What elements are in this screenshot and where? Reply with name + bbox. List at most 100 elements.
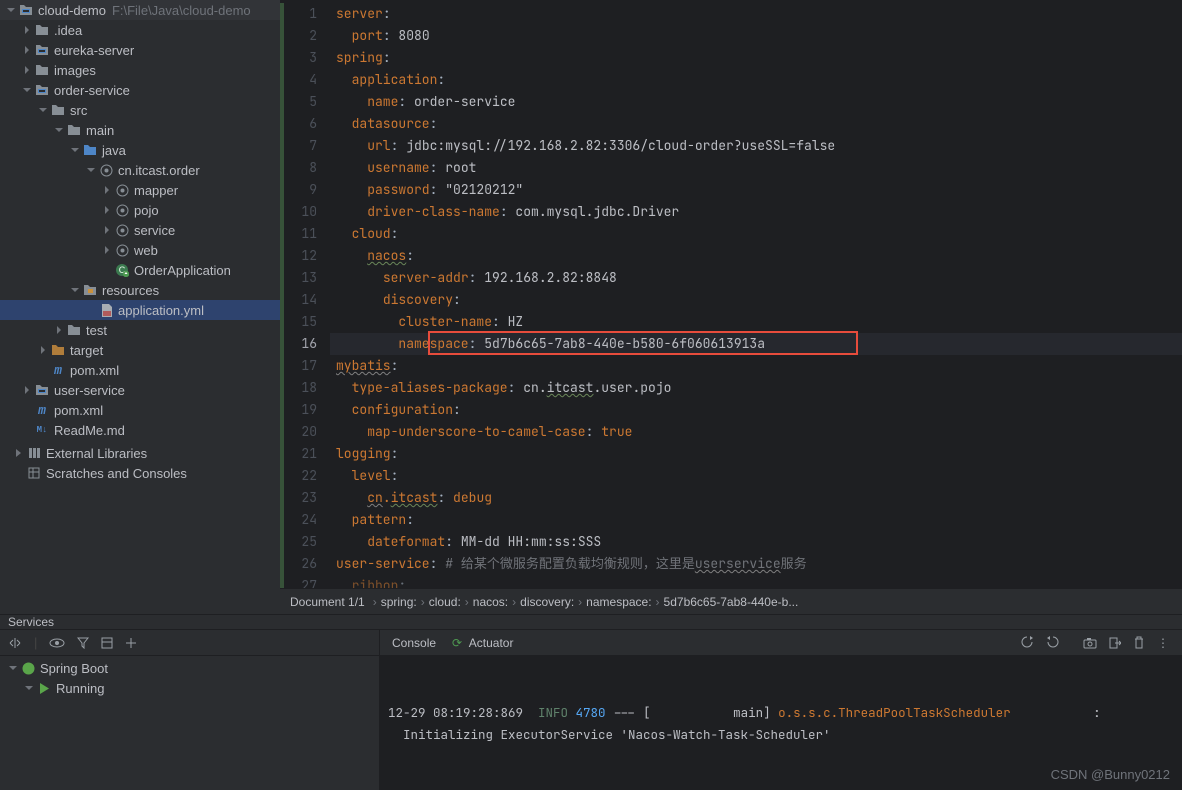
chevron-right-icon[interactable] bbox=[20, 46, 34, 54]
breadcrumb-item[interactable]: 5d7b6c65-7ab8-440e-b... bbox=[664, 595, 799, 609]
code-line-9[interactable]: password: "02120212" bbox=[330, 179, 1182, 201]
gutter-line[interactable]: 3 bbox=[280, 47, 329, 69]
breadcrumb-item[interactable]: nacos: bbox=[473, 595, 508, 609]
code-line-17[interactable]: mybatis: bbox=[330, 355, 1182, 377]
gutter-line[interactable]: 17 bbox=[280, 355, 329, 377]
gutter-line[interactable]: 20 bbox=[280, 421, 329, 443]
breadcrumb-item[interactable]: namespace: bbox=[586, 595, 651, 609]
gutter-line[interactable]: 7 bbox=[280, 135, 329, 157]
chevron-right-icon[interactable] bbox=[52, 326, 66, 334]
tree-node-readme-md[interactable]: M↓ReadMe.md bbox=[0, 420, 280, 440]
gutter-line[interactable]: 24 bbox=[280, 509, 329, 531]
tree-node-pom-xml[interactable]: mpom.xml bbox=[0, 400, 280, 420]
chevron-down-icon[interactable] bbox=[84, 166, 98, 174]
chevron-right-icon[interactable] bbox=[100, 226, 114, 234]
show-icon[interactable] bbox=[49, 637, 65, 649]
code-line-21[interactable]: logging: bbox=[330, 443, 1182, 465]
code-line-14[interactable]: discovery: bbox=[330, 289, 1182, 311]
chevron-down-icon[interactable] bbox=[6, 664, 20, 672]
gutter-line[interactable]: 23 bbox=[280, 487, 329, 509]
code-line-13[interactable]: server-addr: 192.168.2.82:8848 bbox=[330, 267, 1182, 289]
gutter-line[interactable]: 26 bbox=[280, 553, 329, 575]
gutter-line[interactable]: 2 bbox=[280, 25, 329, 47]
gutter-line[interactable]: 5 bbox=[280, 91, 329, 113]
gutter-line[interactable]: 12 bbox=[280, 245, 329, 267]
tree-node-cloud-demo[interactable]: cloud-demoF:\File\Java\cloud-demo bbox=[0, 0, 280, 20]
tree-node-java[interactable]: java bbox=[0, 140, 280, 160]
chevron-right-icon[interactable] bbox=[100, 186, 114, 194]
tree-node-pojo[interactable]: pojo bbox=[0, 200, 280, 220]
gutter-line[interactable]: 25 bbox=[280, 531, 329, 553]
gutter-line[interactable]: 13 bbox=[280, 267, 329, 289]
chevron-right-icon[interactable] bbox=[100, 246, 114, 254]
external-libraries-node[interactable]: External Libraries bbox=[0, 443, 280, 463]
code-line-4[interactable]: application: bbox=[330, 69, 1182, 91]
chevron-right-icon[interactable] bbox=[20, 386, 34, 394]
tab-actuator[interactable]: ⟳ Actuator bbox=[452, 636, 513, 650]
chevron-right-icon[interactable] bbox=[36, 346, 50, 354]
breadcrumb-item[interactable]: discovery: bbox=[520, 595, 574, 609]
code-line-18[interactable]: type-aliases-package: cn.itcast.user.poj… bbox=[330, 377, 1182, 399]
code-line-3[interactable]: spring: bbox=[330, 47, 1182, 69]
gutter-line[interactable]: 21 bbox=[280, 443, 329, 465]
tree-node-src[interactable]: src bbox=[0, 100, 280, 120]
gutter-line[interactable]: 6 bbox=[280, 113, 329, 135]
code-line-6[interactable]: datasource: bbox=[330, 113, 1182, 135]
services-running-node[interactable]: Running bbox=[0, 678, 379, 698]
breadcrumb-item[interactable]: spring: bbox=[381, 595, 417, 609]
code-line-24[interactable]: pattern: bbox=[330, 509, 1182, 531]
gutter-line[interactable]: 4 bbox=[280, 69, 329, 91]
chevron-right-icon[interactable] bbox=[20, 66, 34, 74]
code-line-23[interactable]: cn.itcast: debug bbox=[330, 487, 1182, 509]
tree-node-images[interactable]: images bbox=[0, 60, 280, 80]
gutter-line[interactable]: 1 bbox=[280, 3, 329, 25]
code-line-2[interactable]: port: 8080 bbox=[330, 25, 1182, 47]
filter-icon[interactable] bbox=[77, 637, 89, 649]
breadcrumb-item[interactable]: cloud: bbox=[429, 595, 461, 609]
code-line-11[interactable]: cloud: bbox=[330, 223, 1182, 245]
breadcrumb[interactable]: Document 1/1 ›spring:›cloud:›nacos:›disc… bbox=[280, 588, 1182, 614]
chevron-right-icon[interactable] bbox=[100, 206, 114, 214]
tree-node-web[interactable]: web bbox=[0, 240, 280, 260]
tree-node-application-yml[interactable]: application.yml bbox=[0, 300, 280, 320]
gutter-line[interactable]: 10 bbox=[280, 201, 329, 223]
tree-node-target[interactable]: target bbox=[0, 340, 280, 360]
code-line-20[interactable]: map-underscore-to-camel-case: true bbox=[330, 421, 1182, 443]
code-line-19[interactable]: configuration: bbox=[330, 399, 1182, 421]
tree-node-cn-itcast-order[interactable]: cn.itcast.order bbox=[0, 160, 280, 180]
gutter-line[interactable]: 16 bbox=[280, 333, 329, 355]
gutter[interactable]: 1234567891011121314151617181920212223242… bbox=[280, 0, 330, 614]
tree-node-eureka-server[interactable]: eureka-server bbox=[0, 40, 280, 60]
gutter-line[interactable]: 22 bbox=[280, 465, 329, 487]
code-line-25[interactable]: dateformat: MM-dd HH:mm:ss:SSS bbox=[330, 531, 1182, 553]
code-line-7[interactable]: url: jdbc:mysql://192.168.2.82:3306/clou… bbox=[330, 135, 1182, 157]
tree-node--idea[interactable]: .idea bbox=[0, 20, 280, 40]
chevron-down-icon[interactable] bbox=[68, 286, 82, 294]
gutter-line[interactable]: 18 bbox=[280, 377, 329, 399]
chevron-down-icon[interactable] bbox=[4, 6, 18, 14]
rerun2-icon[interactable] bbox=[1046, 636, 1059, 649]
code-line-5[interactable]: name: order-service bbox=[330, 91, 1182, 113]
gutter-line[interactable]: 8 bbox=[280, 157, 329, 179]
code-line-15[interactable]: cluster-name: HZ bbox=[330, 311, 1182, 333]
code-line-26[interactable]: user-service: # 给某个微服务配置负载均衡规则，这里是userse… bbox=[330, 553, 1182, 575]
chevron-down-icon[interactable] bbox=[52, 126, 66, 134]
tree-node-order-service[interactable]: order-service bbox=[0, 80, 280, 100]
layout-icon[interactable] bbox=[101, 637, 113, 649]
collapse-icon[interactable] bbox=[8, 636, 22, 650]
tab-console[interactable]: Console bbox=[392, 636, 436, 650]
code-line-8[interactable]: username: root bbox=[330, 157, 1182, 179]
chevron-down-icon[interactable] bbox=[68, 146, 82, 154]
gutter-line[interactable]: 11 bbox=[280, 223, 329, 245]
code-editor[interactable]: 1234567891011121314151617181920212223242… bbox=[280, 0, 1182, 614]
gutter-line[interactable]: 9 bbox=[280, 179, 329, 201]
code-line-12[interactable]: nacos: bbox=[330, 245, 1182, 267]
tree-node-service[interactable]: service bbox=[0, 220, 280, 240]
trash-icon[interactable] bbox=[1133, 636, 1145, 649]
scratches-node[interactable]: Scratches and Consoles bbox=[0, 463, 280, 483]
gutter-line[interactable]: 15 bbox=[280, 311, 329, 333]
tree-node-orderapplication[interactable]: COrderApplication bbox=[0, 260, 280, 280]
rerun-icon[interactable] bbox=[1021, 636, 1034, 649]
gutter-line[interactable]: 14 bbox=[280, 289, 329, 311]
tree-node-resources[interactable]: resources bbox=[0, 280, 280, 300]
